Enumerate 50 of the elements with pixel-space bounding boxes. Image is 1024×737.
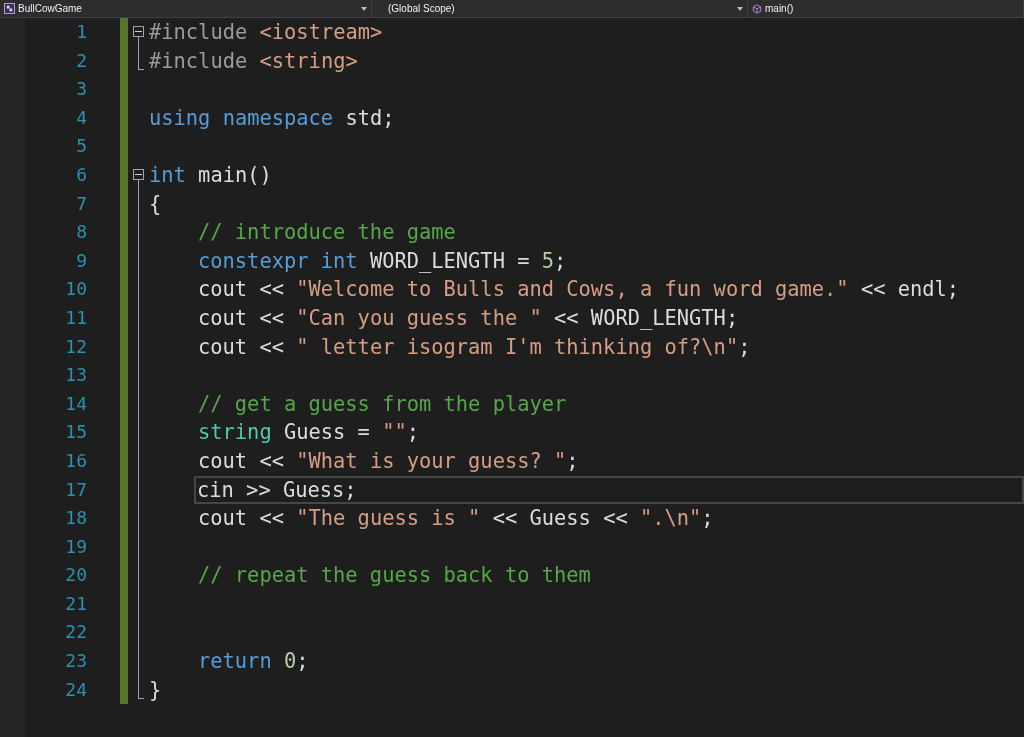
code-line: #include <iostream> bbox=[148, 19, 384, 46]
line-number: 11 bbox=[64, 305, 88, 330]
line-number: 4 bbox=[75, 105, 88, 130]
code-line: { bbox=[148, 190, 163, 218]
code-line: cout << "The guess is " << Guess << ".\n"; bbox=[197, 505, 715, 533]
project-icon bbox=[4, 3, 15, 14]
cube-icon bbox=[752, 3, 762, 14]
code-line: } bbox=[148, 676, 163, 704]
line-number: 7 bbox=[75, 191, 88, 216]
line-number: 20 bbox=[64, 563, 88, 588]
line-number: 10 bbox=[64, 277, 88, 302]
code-line: cout << "Can you guess the " << WORD_LENGTH; bbox=[197, 304, 740, 332]
line-number: 15 bbox=[64, 420, 88, 445]
line-number: 3 bbox=[75, 77, 88, 102]
line-number: 19 bbox=[64, 534, 88, 559]
line-number: 17 bbox=[64, 477, 88, 502]
line-number: 21 bbox=[64, 591, 88, 616]
line-number: 13 bbox=[64, 363, 88, 388]
code-line: #include <string> bbox=[148, 47, 359, 75]
caret-icon bbox=[361, 6, 367, 11]
line-number: 6 bbox=[75, 162, 88, 187]
line-number: 5 bbox=[75, 134, 88, 159]
code-line: return 0; bbox=[197, 648, 310, 676]
project-dropdown[interactable]: BullCowGame bbox=[0, 0, 372, 17]
code-line: constexpr int WORD_LENGTH = 5; bbox=[197, 247, 568, 275]
line-number: 14 bbox=[64, 391, 88, 416]
fold-toggle-icon[interactable] bbox=[133, 26, 144, 37]
code-line: cout << "What is your guess? "; bbox=[197, 447, 580, 475]
code-line: // introduce the game bbox=[197, 219, 457, 247]
line-number: 24 bbox=[64, 677, 88, 702]
code-line: int main() bbox=[148, 161, 273, 189]
line-number: 16 bbox=[64, 448, 88, 473]
line-number: 18 bbox=[64, 506, 88, 531]
caret-icon bbox=[737, 6, 743, 11]
code-line: cout << " letter isogram I'm thinking of?\n"; bbox=[197, 333, 752, 361]
line-number: 12 bbox=[64, 334, 88, 359]
line-number: 23 bbox=[64, 649, 88, 674]
line-number: 22 bbox=[64, 620, 88, 645]
code-line: // repeat the guess back to them bbox=[197, 562, 592, 590]
line-number: 9 bbox=[75, 248, 88, 273]
fold-toggle-icon[interactable] bbox=[133, 168, 144, 180]
member-dropdown[interactable]: main() bbox=[748, 0, 1024, 17]
code-line: using namespace std; bbox=[148, 104, 396, 132]
code-line: string Guess = ""; bbox=[197, 419, 420, 447]
code-line: cout << "Welcome to Bulls and Cows, a fun word game." << endl; bbox=[197, 276, 961, 304]
line-number: 1 bbox=[75, 20, 88, 44]
line-number: 8 bbox=[75, 220, 88, 245]
code-line: // get a guess from the player bbox=[197, 390, 568, 418]
scope-dropdown[interactable]: (Global Scope) bbox=[372, 0, 748, 17]
line-number: 2 bbox=[75, 48, 88, 73]
